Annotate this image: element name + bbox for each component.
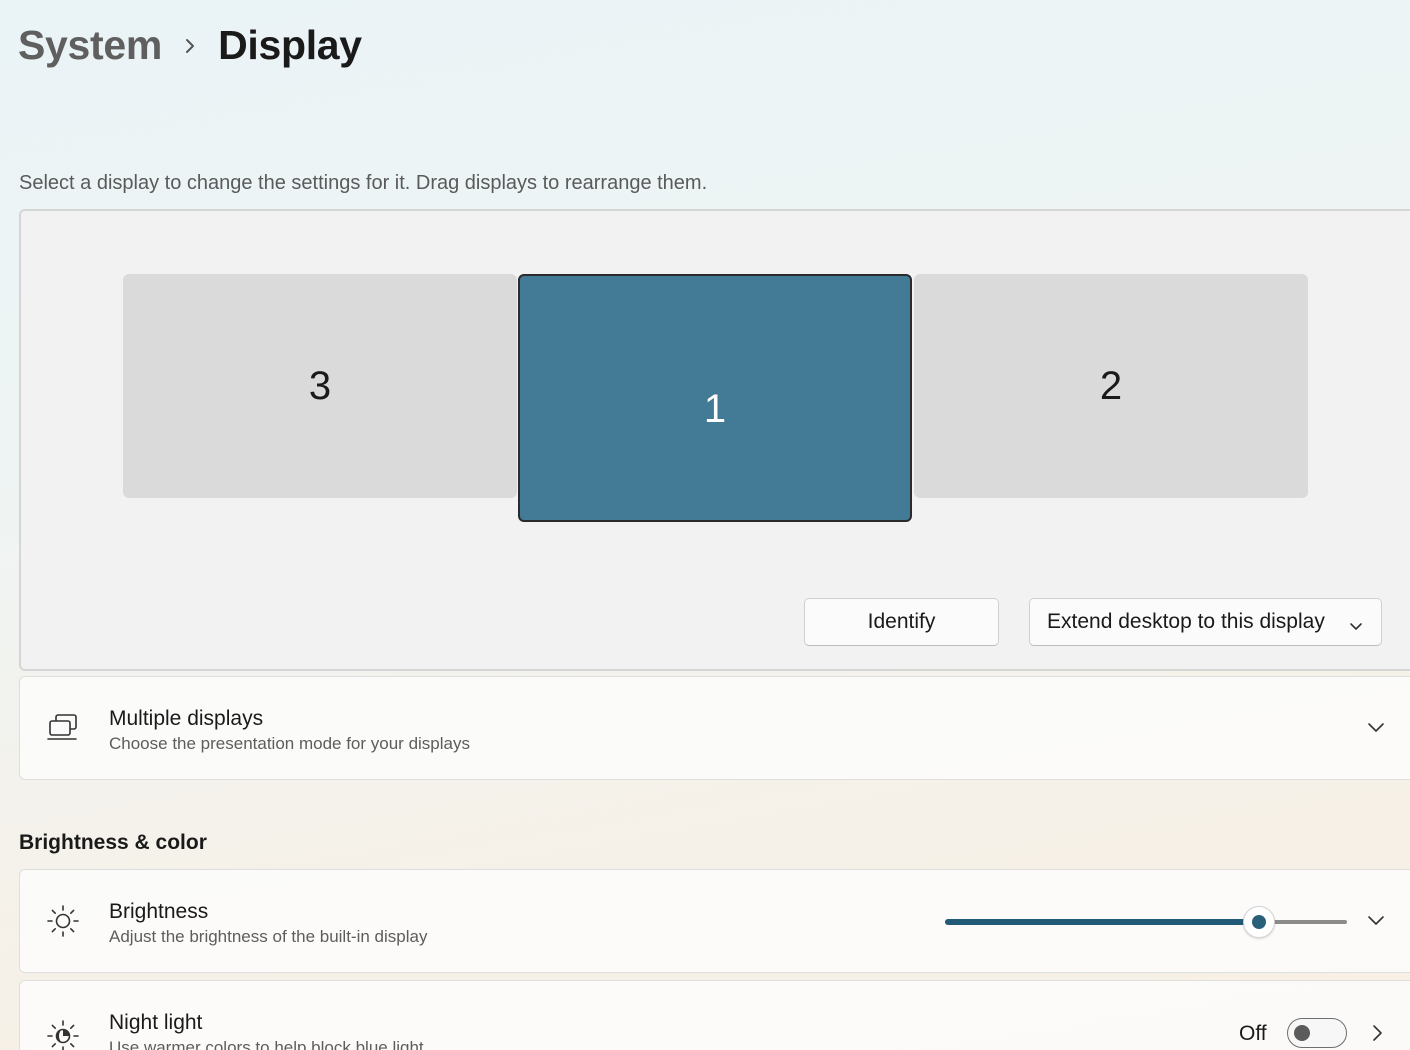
night-light-description: Use warmer colors to help block blue lig…: [109, 1038, 424, 1050]
breadcrumb: System Display: [18, 22, 362, 69]
section-heading-brightness-color: Brightness & color: [19, 831, 207, 854]
slider-fill: [945, 919, 1259, 925]
display-arrangement-panel: 3 1 2 Identify Extend desktop to this di…: [19, 209, 1410, 671]
night-light-toggle[interactable]: [1287, 1018, 1347, 1048]
breadcrumb-system[interactable]: System: [18, 22, 162, 69]
chevron-down-icon[interactable]: [1366, 721, 1386, 740]
display-mode-selected: Extend desktop to this display: [1047, 610, 1325, 633]
slider-thumb-dot: [1251, 915, 1266, 929]
multiple-displays-title: Multiple displays: [109, 707, 264, 730]
sun-icon: [46, 904, 80, 943]
night-light-icon: [46, 1019, 80, 1050]
identify-button[interactable]: Identify: [804, 598, 999, 646]
arrange-instruction: Select a display to change the settings …: [19, 172, 708, 194]
multiple-displays-card[interactable]: Multiple displays Choose the presentatio…: [19, 676, 1410, 780]
monitor-3[interactable]: 3: [123, 274, 517, 498]
chevron-down-icon: [1349, 614, 1363, 638]
brightness-card[interactable]: Brightness Adjust the brightness of the …: [19, 869, 1410, 973]
slider-thumb[interactable]: [1242, 906, 1275, 938]
chevron-down-icon[interactable]: [1366, 914, 1386, 933]
page-title: Display: [218, 22, 362, 68]
toggle-knob: [1294, 1025, 1310, 1041]
night-light-state-label: Off: [1239, 1022, 1267, 1045]
display-mode-dropdown[interactable]: Extend desktop to this display: [1029, 598, 1382, 646]
monitor-2[interactable]: 2: [914, 274, 1308, 498]
night-light-title: Night light: [109, 1011, 203, 1034]
night-light-card[interactable]: Night light Use warmer colors to help bl…: [19, 980, 1410, 1050]
multiple-displays-icon: [46, 713, 80, 748]
multiple-displays-description: Choose the presentation mode for your di…: [109, 734, 470, 753]
chevron-right-icon[interactable]: [1370, 1023, 1384, 1048]
chevron-right-icon: [184, 37, 196, 55]
brightness-title: Brightness: [109, 900, 209, 923]
monitor-1[interactable]: 1: [518, 274, 912, 522]
identify-button-label: Identify: [867, 610, 936, 633]
brightness-description: Adjust the brightness of the built-in di…: [109, 927, 428, 946]
brightness-slider[interactable]: [945, 906, 1347, 938]
